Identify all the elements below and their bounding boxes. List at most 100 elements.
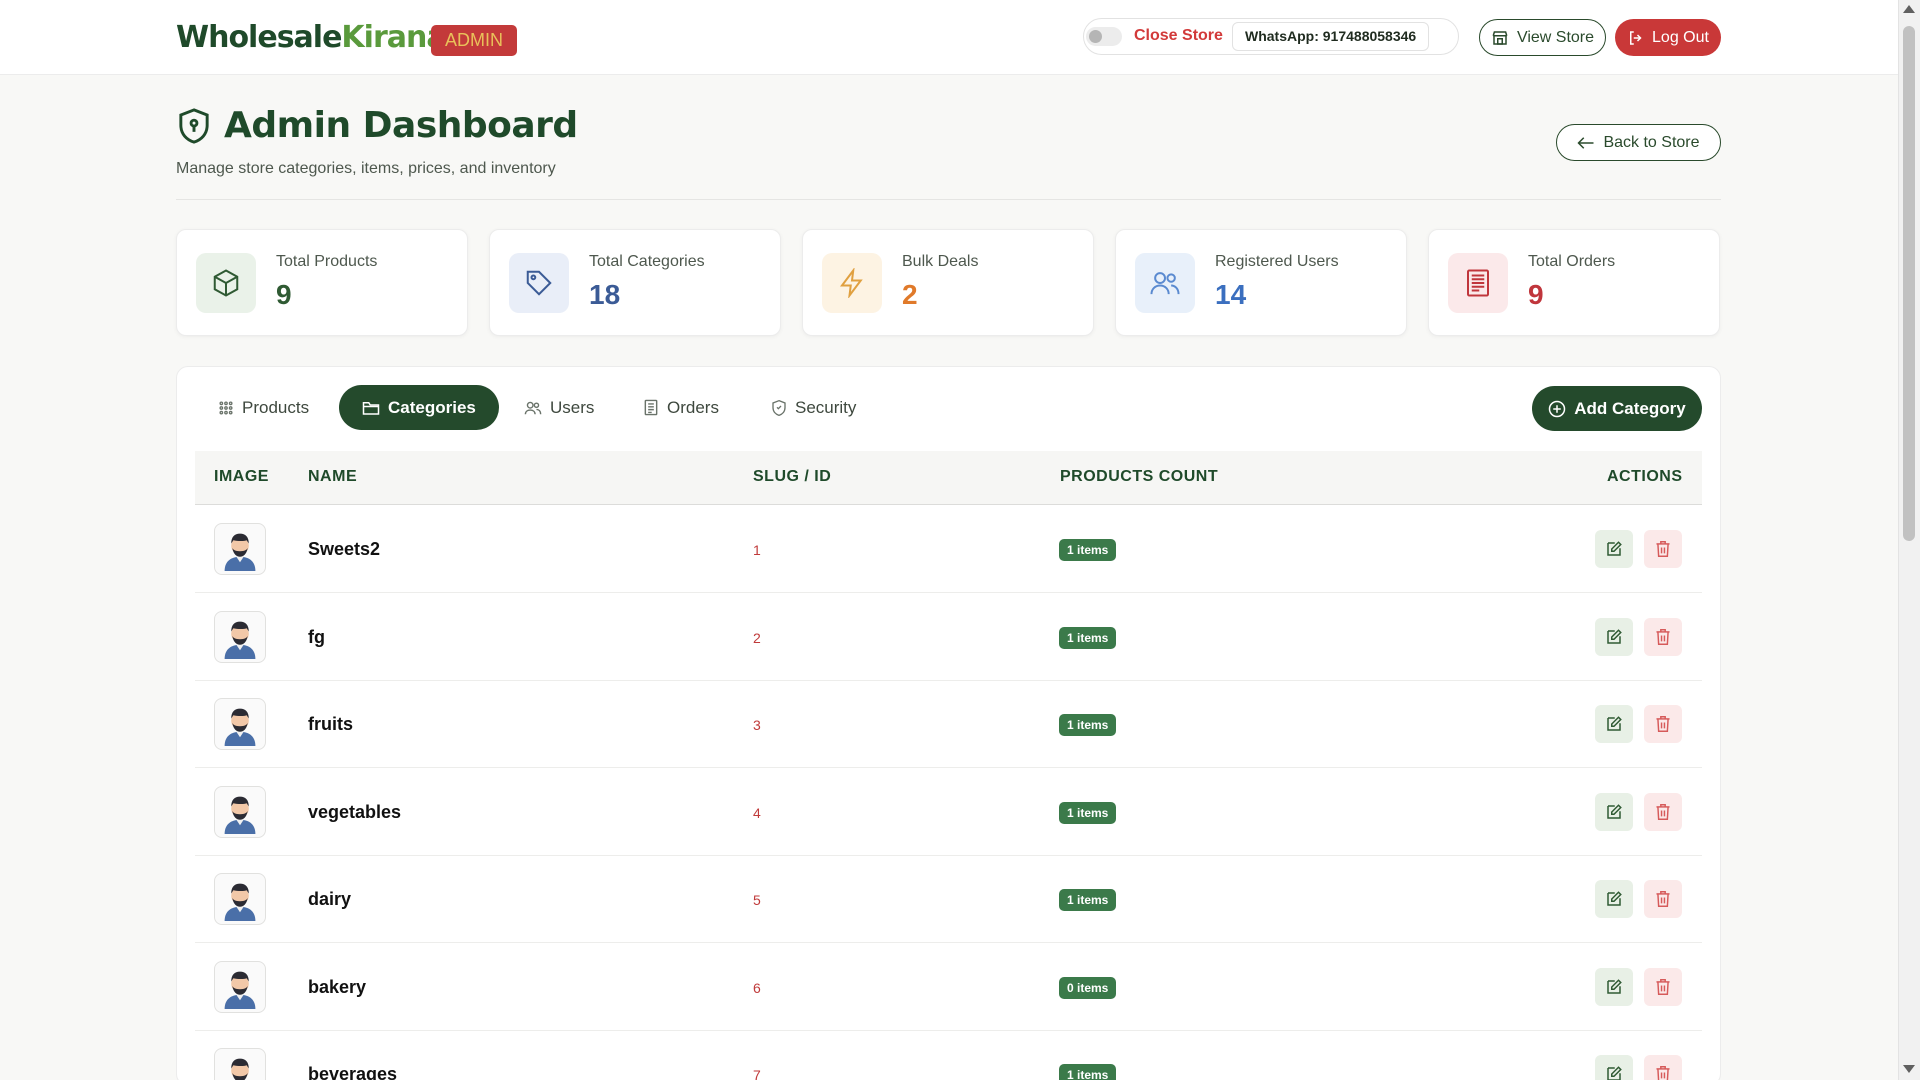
store-icon [1492, 30, 1508, 45]
add-category-label: Add Category [1574, 398, 1686, 418]
brand-part2: Kirana [341, 20, 446, 55]
brand-part1: Wholesale [176, 20, 342, 55]
edit-icon [1607, 1066, 1622, 1080]
products-count-badge: 1 items [1059, 539, 1117, 561]
tab-users[interactable]: Users [501, 385, 617, 430]
store-toggle[interactable] [1086, 27, 1122, 46]
category-slug: 5 [753, 892, 761, 908]
trash-icon [1656, 716, 1670, 732]
stat-card-users: Registered Users 14 [1115, 229, 1407, 336]
category-image [214, 610, 266, 663]
table-row: dairy 5 1 items [195, 855, 1702, 943]
delete-button[interactable] [1644, 967, 1682, 1006]
divider [176, 199, 1721, 200]
col-image: IMAGE [214, 468, 269, 485]
category-image [214, 698, 266, 750]
edit-icon [1607, 978, 1622, 994]
category-name: Sweets2 [308, 539, 381, 559]
category-slug: 7 [753, 1067, 761, 1080]
table-row: vegetables 4 1 items [195, 768, 1702, 856]
category-slug: 2 [753, 629, 761, 646]
category-name: fg [308, 626, 325, 647]
edit-button[interactable] [1595, 967, 1633, 1006]
edit-button[interactable] [1595, 792, 1633, 831]
brand-logo[interactable]: WholesaleKirana [176, 20, 447, 55]
shield-icon [772, 399, 786, 416]
lightning-icon [822, 253, 882, 313]
edit-button[interactable] [1595, 617, 1633, 656]
table-row: bakery 6 0 items [195, 943, 1702, 1031]
col-products-count: PRODUCTS COUNT [1060, 468, 1219, 485]
stat-label: Total Categories [589, 253, 705, 270]
col-slug: SLUG / ID [753, 468, 832, 485]
folder-icon [362, 401, 380, 415]
edit-button[interactable] [1595, 1055, 1633, 1080]
category-slug: 3 [753, 717, 761, 733]
tab-label: Orders [667, 397, 719, 417]
admin-badge: ADMIN [431, 25, 517, 56]
arrow-left-icon [1577, 136, 1594, 149]
delete-button[interactable] [1644, 705, 1682, 743]
view-store-label: View Store [1516, 28, 1595, 46]
tab-products[interactable]: Products [195, 385, 332, 430]
stat-value: 18 [589, 279, 621, 310]
table-row: Sweets2 1 1 items [195, 505, 1702, 593]
stat-value: 9 [276, 279, 292, 310]
receipt-icon [1448, 253, 1508, 313]
stat-value: 2 [902, 279, 918, 310]
shield-icon [179, 107, 209, 144]
plus-circle-icon [1549, 400, 1566, 417]
toggle-knob [1089, 30, 1102, 43]
category-slug: 4 [753, 804, 761, 821]
delete-button[interactable] [1644, 792, 1682, 831]
trash-icon [1656, 628, 1670, 645]
category-image [214, 960, 266, 1013]
tab-security[interactable]: Security [748, 385, 879, 430]
edit-icon [1607, 541, 1622, 556]
delete-button[interactable] [1644, 1055, 1682, 1080]
scroll-up-arrow[interactable] [1903, 5, 1915, 13]
add-category-button[interactable]: Add Category [1532, 386, 1702, 431]
stat-value: 14 [1215, 279, 1247, 310]
log-out-label: Log Out [1652, 28, 1709, 46]
trash-icon [1656, 891, 1670, 907]
col-actions: ACTIONS [1607, 468, 1683, 485]
edit-icon [1607, 891, 1622, 906]
table-row: fg 2 1 items [195, 593, 1702, 681]
tab-label: Categories [388, 397, 476, 417]
category-slug: 6 [753, 979, 761, 996]
edit-button[interactable] [1595, 880, 1633, 918]
log-out-button[interactable]: Log Out [1615, 19, 1721, 56]
products-count-badge: 1 items [1059, 714, 1117, 736]
edit-icon [1607, 716, 1622, 731]
edit-button[interactable] [1595, 705, 1633, 743]
back-to-store-button[interactable]: Back to Store [1556, 124, 1721, 161]
logout-icon [1630, 30, 1642, 45]
tab-orders[interactable]: Orders [620, 385, 742, 430]
scrollbar-thumb[interactable] [1903, 26, 1915, 541]
close-store-label[interactable]: Close Store [1134, 27, 1223, 45]
page-header: Admin Dashboard [176, 105, 578, 146]
stat-label: Total Orders [1528, 253, 1616, 270]
box-icon [196, 253, 256, 313]
trash-icon [1656, 803, 1670, 820]
tab-label: Users [550, 397, 595, 417]
stat-card-categories: Total Categories 18 [489, 229, 781, 336]
delete-button[interactable] [1644, 617, 1682, 656]
view-store-button[interactable]: View Store [1479, 19, 1606, 56]
stat-card-orders: Total Orders 9 [1428, 229, 1720, 336]
stat-label: Total Products [276, 253, 378, 270]
scroll-down-arrow[interactable] [1903, 1065, 1915, 1073]
category-name: beverages [308, 1064, 398, 1080]
back-to-store-label: Back to Store [1603, 133, 1700, 151]
stat-card-products: Total Products 9 [176, 229, 468, 336]
tab-categories[interactable]: Categories [339, 385, 499, 430]
products-count-badge: 1 items [1059, 801, 1117, 824]
table-row: fruits 3 1 items [195, 680, 1702, 768]
category-image [214, 873, 266, 925]
category-name: dairy [308, 889, 352, 909]
delete-button[interactable] [1644, 530, 1682, 568]
delete-button[interactable] [1644, 880, 1682, 918]
products-count-badge: 1 items [1059, 1064, 1117, 1080]
edit-button[interactable] [1595, 530, 1633, 568]
